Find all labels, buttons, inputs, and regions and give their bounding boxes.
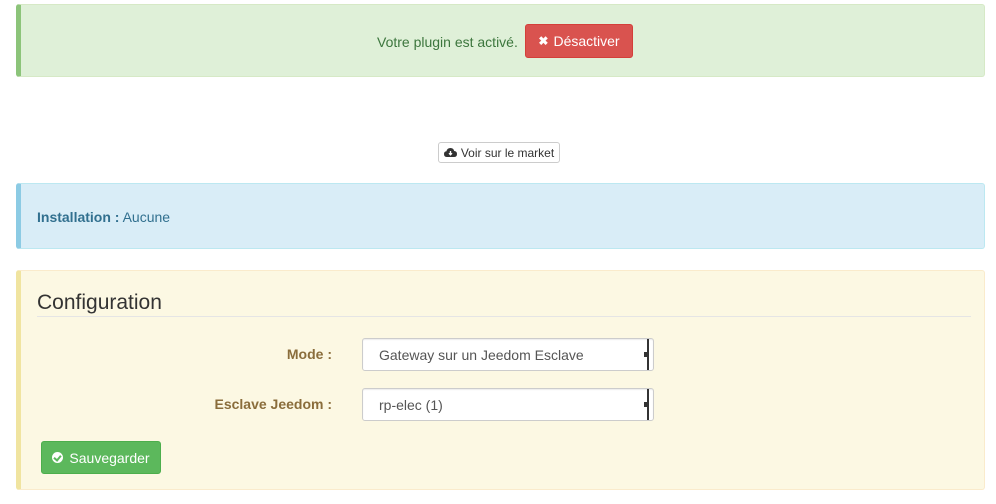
save-button[interactable]: Sauvegarder	[41, 441, 161, 474]
slave-label: Esclave Jeedom :	[214, 396, 332, 412]
market-label: Voir sur le market	[460, 145, 555, 160]
installation-label: Installation :	[37, 209, 120, 225]
mode-select[interactable]: Gateway sur un Jeedom Esclave	[362, 338, 654, 371]
configuration-title: Configuration	[37, 291, 971, 317]
slave-select[interactable]: rp-elec (1)	[362, 388, 654, 421]
select-arrow-icon	[641, 389, 649, 420]
configuration-panel: Configuration Mode : Gateway sur un Jeed…	[16, 270, 985, 490]
deactivate-button[interactable]: ✖ Désactiver	[525, 24, 633, 58]
plugin-config-page: Votre plugin est activé. ✖ Désactiver Vo…	[0, 0, 996, 504]
slave-select-value: rp-elec (1)	[379, 397, 443, 413]
select-arrow-icon	[641, 339, 649, 370]
plugin-status-alert: Votre plugin est activé. ✖ Désactiver	[16, 4, 985, 77]
save-label: Sauvegarder	[69, 449, 150, 466]
deactivate-label: Désactiver	[553, 33, 620, 49]
market-button[interactable]: Voir sur le market	[438, 142, 560, 163]
mode-label: Mode :	[286, 346, 332, 362]
installation-alert: Installation : Aucune	[16, 183, 985, 249]
close-icon: ✖	[538, 34, 549, 48]
mode-select-value: Gateway sur un Jeedom Esclave	[379, 347, 584, 363]
check-circle-icon	[52, 452, 64, 463]
cloud-download-icon	[443, 147, 457, 158]
installation-value: Aucune	[122, 209, 171, 225]
plugin-status-message: Votre plugin est activé.	[377, 34, 518, 50]
